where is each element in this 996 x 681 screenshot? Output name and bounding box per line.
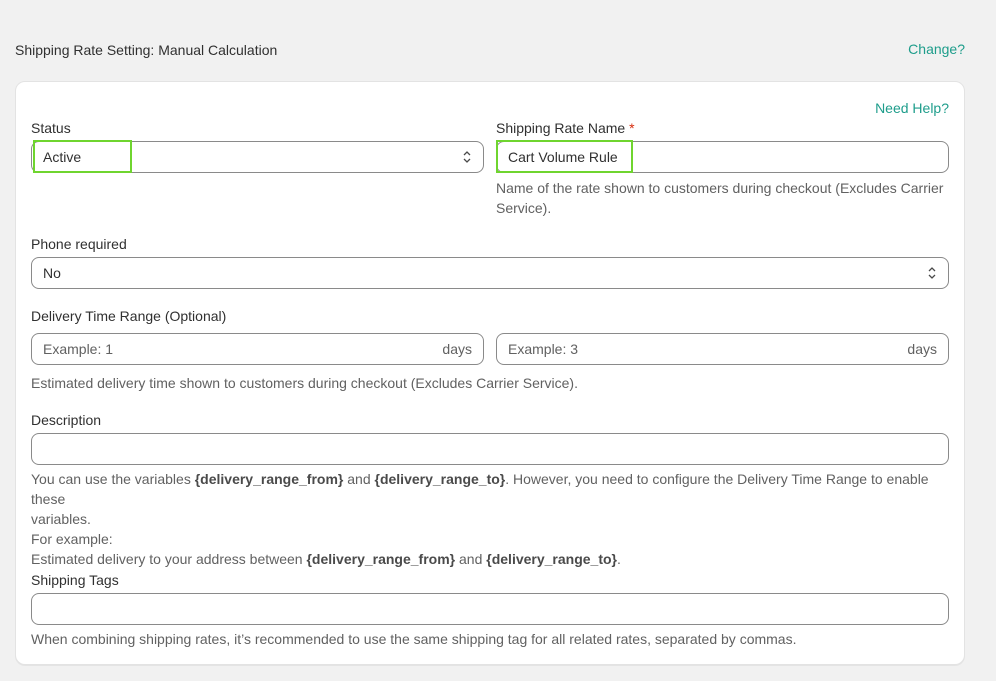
delivery-to-input[interactable]: Example: 3 days <box>496 333 949 365</box>
change-link[interactable]: Change? <box>908 41 965 57</box>
chevron-up-down-icon <box>462 150 472 164</box>
settings-card: Need Help? Status Active Shipping Rate N… <box>15 81 965 665</box>
required-mark: * <box>629 120 635 136</box>
description-input[interactable] <box>31 433 949 465</box>
chevron-up-down-icon <box>927 266 937 280</box>
shipping-rate-page: Shipping Rate Setting: Manual Calculatio… <box>0 0 996 681</box>
status-select[interactable]: Active <box>31 141 484 173</box>
phone-value: No <box>43 265 61 281</box>
description-help-line2: variables. <box>31 511 91 527</box>
need-help-link[interactable]: Need Help? <box>875 100 949 116</box>
tags-input[interactable] <box>31 593 949 625</box>
delivery-from-input[interactable]: Example: 1 days <box>31 333 484 365</box>
help-text: . <box>617 551 621 567</box>
phone-label: Phone required <box>31 236 127 252</box>
status-label: Status <box>31 120 71 136</box>
delivery-from-placeholder: Example: 1 <box>43 341 114 357</box>
tags-label: Shipping Tags <box>31 572 119 588</box>
rate-name-help: Name of the rate shown to customers duri… <box>496 180 944 216</box>
rate-name-label-text: Shipping Rate Name <box>496 120 626 136</box>
description-help: You can use the variables {delivery_rang… <box>31 469 956 569</box>
rate-name-input[interactable]: Cart Volume Rule <box>496 141 949 173</box>
variable-from: {delivery_range_from} <box>194 471 344 487</box>
rate-name-value: Cart Volume Rule <box>508 149 618 165</box>
description-example: Estimated delivery to your address betwe… <box>31 549 956 569</box>
variable-from: {delivery_range_from} <box>306 551 456 567</box>
status-value: Active <box>43 149 82 165</box>
variable-to: {delivery_range_to} <box>374 471 506 487</box>
description-help-line1: You can use the variables {delivery_rang… <box>31 469 956 509</box>
delivery-to-placeholder: Example: 3 <box>508 341 579 357</box>
help-text: Estimated delivery to your address betwe… <box>31 551 307 567</box>
delivery-help: Estimated delivery time shown to custome… <box>31 375 578 391</box>
delivery-to-unit: days <box>907 341 937 357</box>
variable-to: {delivery_range_to} <box>486 551 617 567</box>
delivery-label: Delivery Time Range (Optional) <box>31 308 227 324</box>
help-text: and <box>343 471 375 487</box>
delivery-from-unit: days <box>442 341 472 357</box>
tags-help: When combining shipping rates, it’s reco… <box>31 631 797 647</box>
rate-name-label: Shipping Rate Name * <box>496 120 635 136</box>
page-title: Shipping Rate Setting: Manual Calculatio… <box>15 42 278 58</box>
phone-select[interactable]: No <box>31 257 949 289</box>
description-label: Description <box>31 412 102 428</box>
description-example-label: For example: <box>31 531 113 547</box>
help-text: and <box>455 551 487 567</box>
help-text: You can use the variables <box>31 471 195 487</box>
